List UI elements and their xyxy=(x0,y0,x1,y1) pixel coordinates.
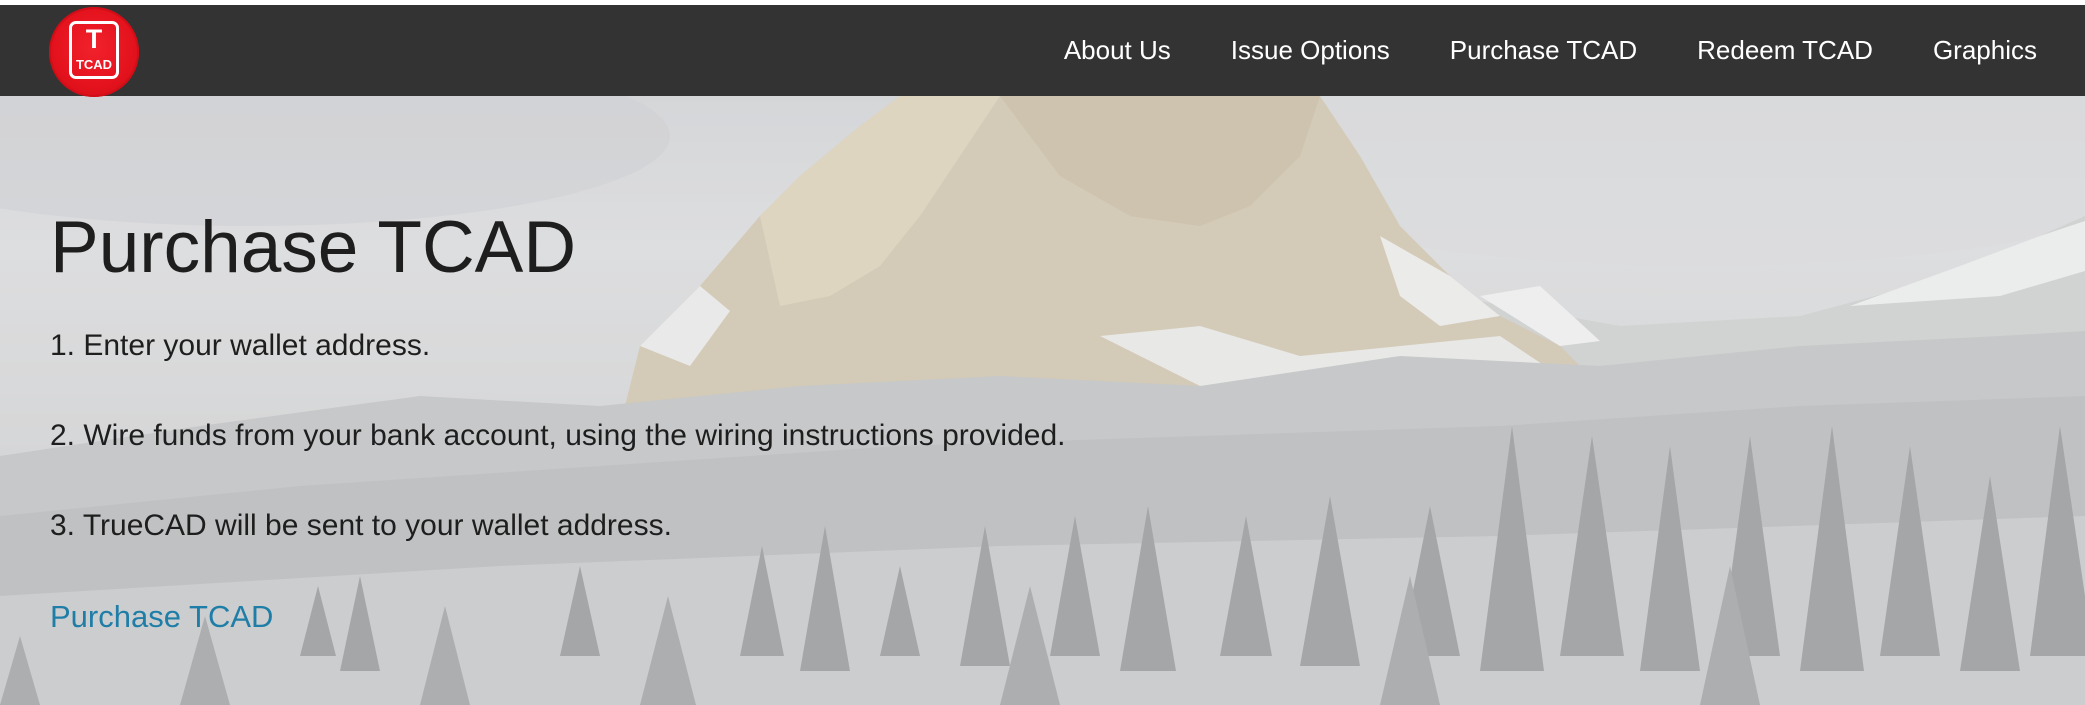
step-1-text: 1. Enter your wallet address. xyxy=(50,329,431,362)
nav-item-about-us[interactable]: About Us xyxy=(1064,35,1171,66)
purchase-tcad-link[interactable]: Purchase TCAD xyxy=(50,601,273,632)
nav-item-graphics[interactable]: Graphics xyxy=(1933,35,2037,66)
nav-item-redeem-tcad[interactable]: Redeem TCAD xyxy=(1697,35,1873,66)
hero-overlay xyxy=(0,96,2085,705)
logo-badge: T TCAD xyxy=(69,21,119,79)
step-3-text: 3. TrueCAD will be sent to your wallet a… xyxy=(50,509,672,542)
nav-menu: About Us Issue Options Purchase TCAD Red… xyxy=(1064,5,2037,96)
nav-item-purchase-tcad[interactable]: Purchase TCAD xyxy=(1450,35,1637,66)
navbar: T TCAD About Us Issue Options Purchase T… xyxy=(0,5,2085,97)
logo-mark: T xyxy=(85,24,103,54)
hero-background xyxy=(0,96,2085,705)
nav-item-issue-options[interactable]: Issue Options xyxy=(1231,35,1390,66)
page-title: Purchase TCAD xyxy=(50,207,577,288)
logo-text: TCAD xyxy=(75,57,113,72)
tcad-logo[interactable]: T TCAD xyxy=(49,7,139,97)
step-2-text: 2. Wire funds from your bank account, us… xyxy=(50,419,1066,452)
